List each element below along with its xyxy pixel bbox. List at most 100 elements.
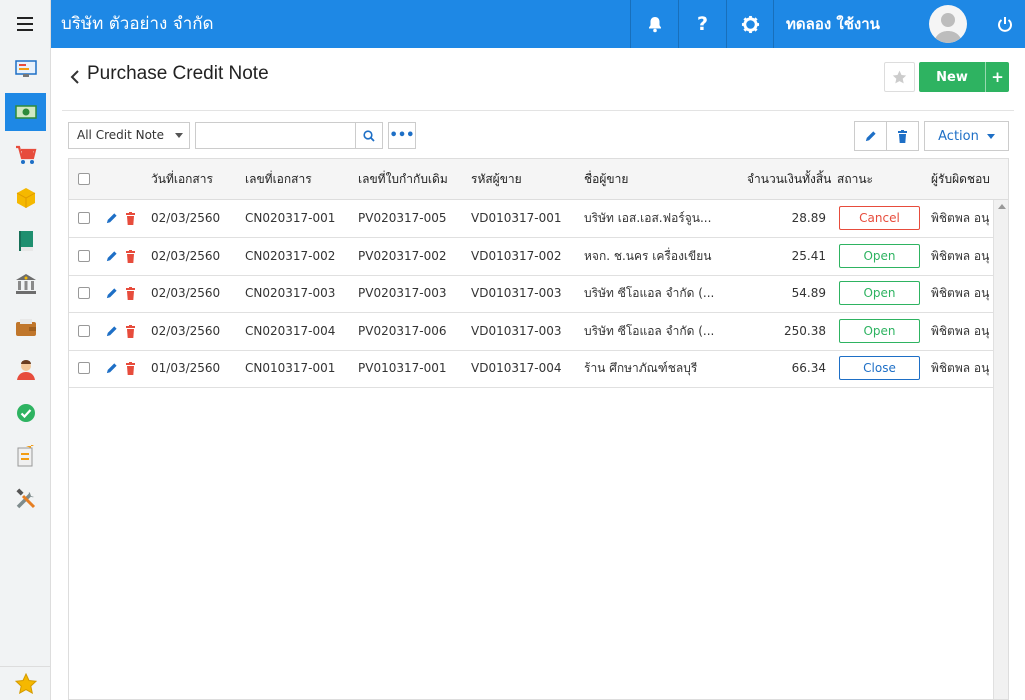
cell-ref-no: PV020317-005 bbox=[358, 211, 447, 225]
sidebar-item-tools[interactable] bbox=[5, 480, 46, 518]
avatar[interactable] bbox=[929, 5, 967, 43]
cell-ref-no: PV020317-002 bbox=[358, 248, 447, 263]
cell-date: 02/03/2560 bbox=[151, 248, 221, 263]
cell-amount: 54.89 bbox=[791, 286, 826, 300]
bell-icon bbox=[648, 16, 661, 32]
bank-icon bbox=[15, 274, 36, 294]
sidebar-item-money[interactable] bbox=[5, 93, 46, 131]
power-icon bbox=[998, 17, 1012, 32]
cell-vendor-name: บริษัท เอส.เอส.ฟอร์จูน... bbox=[584, 211, 712, 225]
trash-icon[interactable] bbox=[125, 324, 136, 338]
menu-toggle-button[interactable] bbox=[0, 0, 51, 48]
edit-button[interactable] bbox=[854, 121, 887, 151]
column-header-status[interactable]: สถานะ bbox=[837, 159, 873, 199]
book-icon bbox=[18, 231, 33, 251]
row-checkbox[interactable] bbox=[78, 324, 90, 337]
delete-button[interactable] bbox=[886, 121, 919, 151]
cell-ref-no: PV020317-006 bbox=[358, 323, 447, 338]
trash-icon[interactable] bbox=[125, 249, 136, 263]
cell-vendor-code: VD010317-001 bbox=[471, 211, 562, 225]
trash-icon[interactable] bbox=[125, 212, 136, 225]
logout-button[interactable] bbox=[985, 0, 1025, 48]
row-checkbox[interactable] bbox=[78, 362, 90, 374]
column-header-amount[interactable]: จำนวนเงินทั้งสิ้น bbox=[747, 159, 831, 199]
table-row[interactable]: 02/03/2560 CN020317-001 PV020317-005 VD0… bbox=[69, 200, 994, 238]
sidebar-item-approval[interactable] bbox=[5, 394, 46, 432]
column-header-owner[interactable]: ผู้รับผิดชอบ bbox=[931, 159, 990, 199]
pencil-icon[interactable] bbox=[105, 362, 118, 375]
gear-icon bbox=[741, 15, 760, 33]
row-checkbox[interactable] bbox=[78, 212, 90, 224]
sidebar-item-purchase[interactable] bbox=[5, 136, 46, 174]
tools-icon bbox=[15, 488, 35, 509]
wallet-icon bbox=[15, 319, 36, 336]
trash-icon[interactable] bbox=[125, 362, 136, 375]
notifications-button[interactable] bbox=[630, 0, 678, 48]
favorite-button[interactable] bbox=[884, 62, 915, 92]
user-menu[interactable]: ทดลอง ใช้งาน bbox=[773, 0, 985, 48]
search-input[interactable] bbox=[195, 122, 356, 149]
cell-owner: พิชิตพล อนุ bbox=[931, 286, 990, 300]
search-icon bbox=[363, 129, 375, 142]
column-header-ref-no[interactable]: เลขที่ใบกำกับเดิม bbox=[358, 159, 448, 199]
cell-ref-no: PV010317-001 bbox=[358, 361, 447, 375]
settings-button[interactable] bbox=[726, 0, 774, 48]
cell-vendor-name: บริษัท ซีโอแอล จำกัด (... bbox=[584, 286, 715, 300]
pencil-icon[interactable] bbox=[105, 212, 118, 225]
scroll-up-arrow-icon[interactable] bbox=[998, 204, 1006, 209]
trash-icon[interactable] bbox=[125, 287, 136, 300]
cell-date: 02/03/2560 bbox=[151, 286, 221, 300]
pencil-icon[interactable] bbox=[105, 250, 118, 263]
top-bar: บริษัท ตัวอย่าง จำกัด ? ทดลอง ใช้งาน bbox=[0, 0, 1025, 48]
sidebar-item-inventory[interactable] bbox=[5, 179, 46, 217]
cell-owner: พิชิตพล อนุ bbox=[931, 211, 990, 225]
cell-amount: 66.34 bbox=[791, 361, 826, 375]
help-button[interactable]: ? bbox=[678, 0, 726, 48]
cell-amount: 28.89 bbox=[791, 211, 826, 225]
sidebar-favorites[interactable] bbox=[0, 666, 51, 700]
sidebar-item-transfer[interactable] bbox=[5, 437, 46, 475]
cell-date: 02/03/2560 bbox=[151, 323, 221, 338]
action-dropdown-button[interactable]: Action bbox=[924, 121, 1009, 151]
more-options-button[interactable]: ••• bbox=[388, 122, 416, 149]
column-header-date[interactable]: วันที่เอกสาร bbox=[151, 159, 213, 199]
column-header-vendor-code[interactable]: รหัสผู้ขาย bbox=[471, 159, 522, 199]
cell-doc-no[interactable]: CN020317-003 bbox=[245, 275, 335, 312]
cell-doc-no[interactable]: CN010317-001 bbox=[245, 350, 335, 387]
row-checkbox[interactable] bbox=[78, 287, 90, 299]
box-icon bbox=[16, 188, 35, 208]
new-options-button[interactable]: + bbox=[985, 62, 1009, 92]
dashboard-icon bbox=[14, 60, 37, 77]
sidebar-item-dashboard[interactable] bbox=[5, 50, 46, 88]
back-chevron-icon[interactable] bbox=[68, 68, 82, 86]
column-header-vendor-name[interactable]: ชื่อผู้ขาย bbox=[584, 159, 628, 199]
table-row[interactable]: 02/03/2560 CN020317-003 PV020317-003 VD0… bbox=[69, 275, 994, 313]
trash-icon bbox=[898, 129, 907, 143]
cell-date: 01/03/2560 bbox=[151, 361, 221, 375]
credit-note-table: วันที่เอกสาร เลขที่เอกสาร เลขที่ใบกำกับเ… bbox=[68, 158, 1009, 700]
sidebar-item-wallet[interactable] bbox=[5, 308, 46, 346]
column-header-doc-no[interactable]: เลขที่เอกสาร bbox=[245, 159, 312, 199]
select-all-checkbox[interactable] bbox=[78, 173, 90, 185]
search-button[interactable] bbox=[355, 122, 383, 149]
row-checkbox[interactable] bbox=[78, 249, 90, 262]
cell-doc-no[interactable]: CN020317-001 bbox=[245, 200, 335, 237]
pencil-icon[interactable] bbox=[105, 325, 118, 338]
table-scrollbar[interactable] bbox=[993, 200, 1008, 699]
cell-owner: พิชิตพล อนุ bbox=[931, 323, 990, 338]
sidebar-item-ledger[interactable] bbox=[5, 222, 46, 260]
cell-doc-no[interactable]: CN020317-004 bbox=[245, 313, 335, 350]
status-badge: Close bbox=[839, 356, 920, 380]
sidebar-item-contacts[interactable] bbox=[5, 351, 46, 389]
filter-dropdown[interactable]: All Credit Note bbox=[68, 122, 190, 149]
cell-doc-no[interactable]: CN020317-002 bbox=[245, 238, 335, 275]
pencil-icon[interactable] bbox=[105, 287, 118, 300]
new-button[interactable]: New bbox=[919, 62, 985, 92]
cell-vendor-name: ร้าน ศึกษาภัณฑ์ชลบุรี bbox=[584, 361, 698, 375]
table-row[interactable]: 02/03/2560 CN020317-002 PV020317-002 VD0… bbox=[69, 238, 994, 276]
table-row[interactable]: 01/03/2560 CN010317-001 PV010317-001 VD0… bbox=[69, 350, 994, 388]
sidebar-item-bank[interactable] bbox=[5, 265, 46, 303]
cell-owner: พิชิตพล อนุ bbox=[931, 248, 990, 263]
cell-date: 02/03/2560 bbox=[151, 211, 221, 225]
table-row[interactable]: 02/03/2560 CN020317-004 PV020317-006 VD0… bbox=[69, 313, 994, 351]
